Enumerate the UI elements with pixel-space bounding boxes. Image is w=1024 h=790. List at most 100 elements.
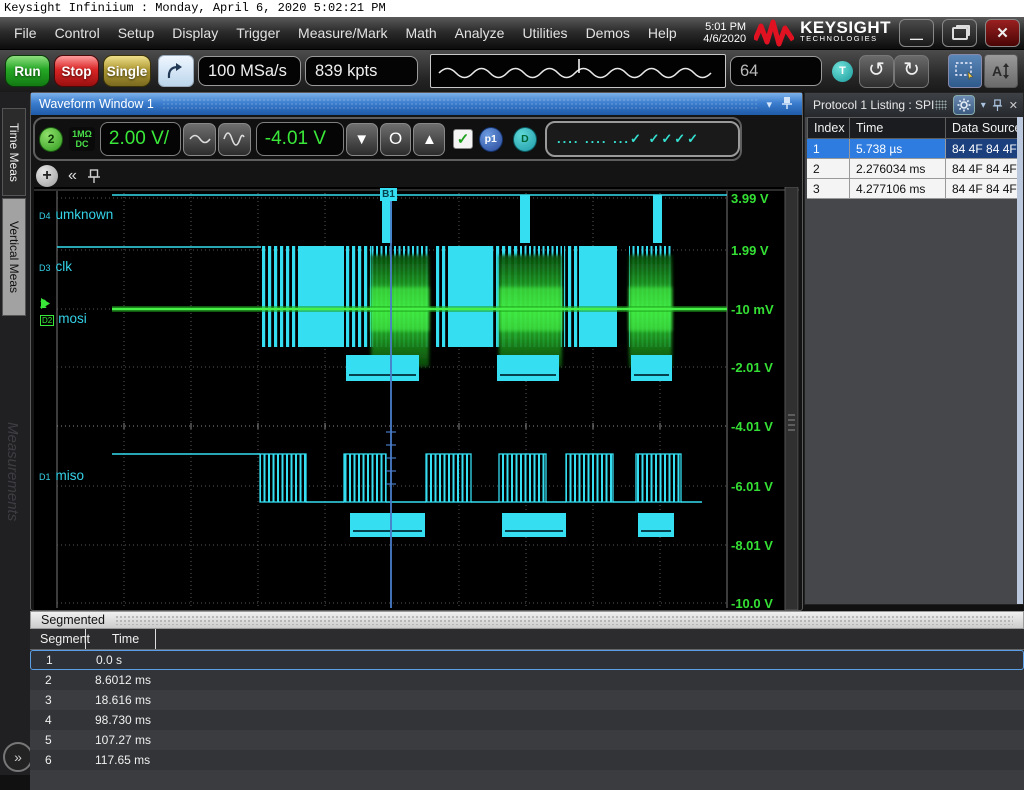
protocol-column-header[interactable]: Data Source ( — [946, 117, 1018, 139]
pin-icon[interactable] — [87, 168, 101, 184]
segment-number: 5 — [30, 733, 80, 747]
menu-item-file[interactable]: File — [14, 25, 37, 41]
window-pin-icon[interactable] — [781, 96, 793, 113]
redo-button[interactable]: ↻ — [894, 55, 929, 88]
protocol-row[interactable]: 22.276034 ms84 4F 84 4F 8 — [807, 159, 1018, 179]
menu-item-math[interactable]: Math — [406, 25, 437, 41]
protocol-cell: 3 — [807, 179, 850, 199]
axis-label: -6.01 V — [731, 479, 773, 494]
protocol-cell: 2.276034 ms — [850, 159, 946, 179]
menu-item-display[interactable]: Display — [172, 25, 218, 41]
minimize-button[interactable]: — — [899, 19, 934, 47]
trigger-badge[interactable]: T — [832, 61, 853, 82]
channel-2-badge[interactable]: 2 — [39, 127, 63, 152]
segmented-rows: 10.0 s28.6012 ms318.616 ms498.730 ms5107… — [30, 650, 1024, 790]
menu-item-setup[interactable]: Setup — [118, 25, 155, 41]
sine-wave-icon — [431, 56, 721, 86]
toolbar: Run Stop Single 100 MSa/s 839 kpts 64 T … — [0, 50, 1024, 92]
digital-activity-field[interactable]: .... .... ...✓ ✓✓✓✓ — [545, 121, 740, 157]
protocol-column-header[interactable]: Index — [807, 117, 850, 139]
offset-zero-button[interactable]: O — [380, 123, 412, 156]
axis-label: -8.01 V — [731, 538, 773, 553]
collapse-controls-button[interactable]: « — [68, 167, 77, 185]
segment-time: 18.616 ms — [80, 693, 151, 707]
segmented-title: Segmented — [41, 613, 105, 627]
menu-item-help[interactable]: Help — [648, 25, 677, 41]
menu-item-demos[interactable]: Demos — [586, 25, 630, 41]
axis-label: -2.01 V — [731, 360, 773, 375]
stop-button[interactable]: Stop — [54, 55, 99, 87]
annotation-button[interactable]: A — [984, 54, 1018, 88]
segment-number: 4 — [30, 713, 80, 727]
menu-item-utilities[interactable]: Utilities — [522, 25, 567, 41]
curved-arrow-icon — [165, 61, 187, 81]
menu-item-measure-mark[interactable]: Measure/Mark — [298, 25, 387, 41]
panel-close-icon[interactable]: ✕ — [1009, 99, 1018, 112]
waveform-window-titlebar[interactable]: Waveform Window 1 ▾ — [31, 93, 802, 115]
segment-row[interactable]: 318.616 ms — [30, 690, 1024, 710]
clock: 5:01 PM 4/6/2020 — [703, 21, 746, 45]
bus-marker-b1[interactable]: B1 — [380, 188, 397, 201]
protocol-scrollbar[interactable] — [1017, 117, 1023, 604]
segmented-header[interactable]: Segmented — [30, 611, 1024, 629]
protocol-column-header[interactable]: Time — [850, 117, 946, 139]
tab-vertical-meas[interactable]: Vertical Meas — [2, 198, 26, 316]
menu-item-control[interactable]: Control — [55, 25, 100, 41]
digital-badge[interactable]: D — [513, 127, 537, 152]
coupling-label[interactable]: 1MΩ DC — [69, 127, 95, 151]
window-title: Keysight Infiniium : Monday, April 6, 20… — [4, 1, 386, 15]
segment-time: 8.6012 ms — [80, 673, 151, 687]
segment-row[interactable]: 28.6012 ms — [30, 670, 1024, 690]
window-dropdown-icon[interactable]: ▾ — [766, 98, 772, 111]
segment-time: 0.0 s — [81, 653, 122, 667]
segment-row[interactable]: 5107.27 ms — [30, 730, 1024, 750]
probe-badge[interactable]: p1 — [479, 127, 503, 152]
segment-row-partial — [30, 770, 1024, 790]
channel2-ground-marker[interactable]: 2 D2 mosi — [40, 297, 87, 326]
channel-enable-checkbox[interactable]: ✓ — [453, 129, 472, 149]
undo-button[interactable]: ↺ — [859, 55, 894, 88]
segment-count-field[interactable]: 64 — [730, 56, 822, 86]
expand-panel-button[interactable]: » — [3, 742, 33, 772]
tab-time-meas[interactable]: Time Meas — [2, 108, 26, 196]
settings-gear-button[interactable] — [953, 95, 975, 115]
vertical-scale-field[interactable]: 2.00 V/ — [100, 122, 181, 156]
close-button[interactable]: ✕ — [985, 19, 1020, 47]
protocol-row[interactable]: 34.277106 ms84 4F 84 4F 8 — [807, 179, 1018, 199]
offset-field[interactable]: -4.01 V — [256, 122, 344, 156]
waveform-plot[interactable]: B1 D4 umknown D3 clk 2 D2 mosi D1 miso 3… — [34, 187, 799, 610]
scale-increase-button[interactable] — [218, 123, 251, 156]
segment-row[interactable]: 498.730 ms — [30, 710, 1024, 730]
column-time[interactable]: Time — [86, 629, 156, 649]
segment-row[interactable]: 6117.65 ms — [30, 750, 1024, 770]
protocol-panel-titlebar[interactable]: Protocol 1 Listing : SPI ▾ — [805, 93, 1023, 117]
sample-rate-field[interactable]: 100 MSa/s — [198, 56, 301, 86]
axis-label: 3.99 V — [731, 191, 769, 206]
restore-button[interactable] — [942, 19, 977, 47]
waveform-window: Waveform Window 1 ▾ 2 1MΩ DC 2.00 V/ -4.… — [30, 92, 803, 611]
single-button[interactable]: Single — [103, 55, 151, 87]
menu-item-trigger[interactable]: Trigger — [236, 25, 280, 41]
column-segment[interactable]: Segment — [30, 629, 86, 649]
protocol-cell: 84 4F 84 4F 8 — [946, 139, 1018, 159]
trace-d4 — [112, 195, 727, 243]
mosi-decode-blocks — [346, 355, 672, 381]
add-channel-button[interactable]: + — [36, 165, 58, 187]
protocol-row[interactable]: 15.738 µs84 4F 84 4F 8 — [807, 139, 1018, 159]
offset-down-button[interactable]: ▼ — [346, 123, 378, 156]
segment-row[interactable]: 10.0 s — [30, 650, 1024, 670]
svg-text:A: A — [992, 63, 1002, 79]
keysight-spark-icon — [754, 18, 794, 48]
menu-item-analyze[interactable]: Analyze — [455, 25, 505, 41]
label-d1: D1 miso — [39, 468, 84, 483]
memory-depth-field[interactable]: 839 kpts — [305, 56, 418, 86]
timebase-position-widget[interactable] — [430, 54, 726, 88]
region-select-button[interactable] — [948, 54, 982, 88]
offset-up-button[interactable]: ▲ — [413, 123, 445, 156]
panel-pin-icon[interactable] — [992, 99, 1003, 112]
scale-decrease-button[interactable] — [183, 123, 216, 156]
touch-mode-button[interactable] — [158, 55, 194, 87]
panel-dropdown-icon[interactable]: ▾ — [981, 100, 986, 111]
label-d4: D4 umknown — [39, 207, 113, 222]
run-button[interactable]: Run — [5, 55, 50, 87]
